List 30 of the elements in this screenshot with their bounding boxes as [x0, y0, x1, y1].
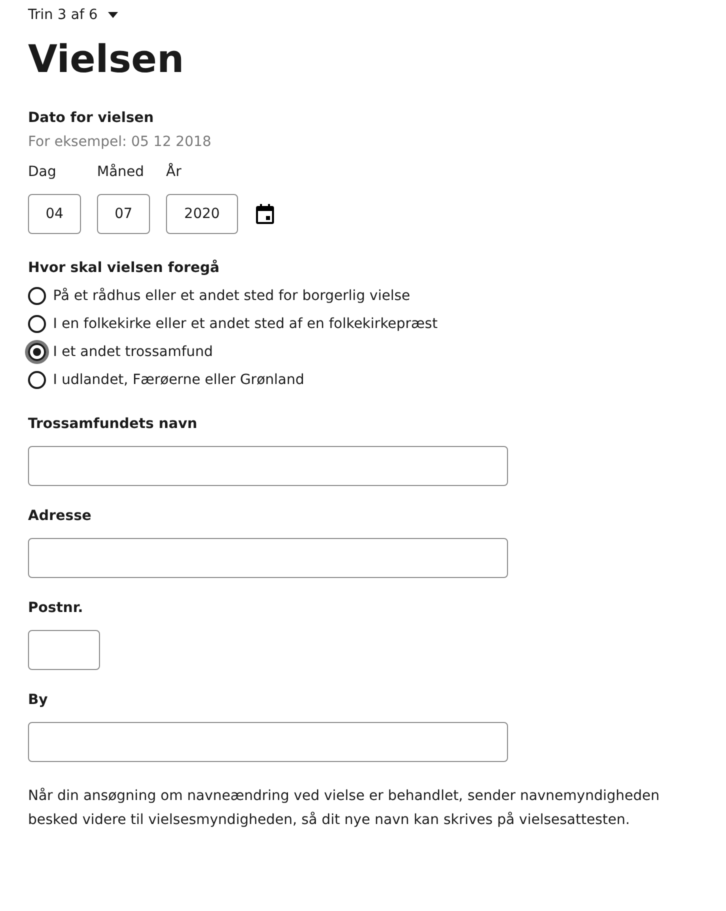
step-label[interactable]: Trin 3 af 6 [28, 7, 98, 23]
date-part-label: År [166, 162, 182, 182]
calendar-icon[interactable] [256, 204, 274, 224]
radio-label[interactable]: På et rådhus eller et andet sted for borgerlig vielse [53, 288, 410, 304]
radio-button[interactable] [28, 343, 46, 361]
field-label: Postnr. [28, 599, 84, 618]
info-paragraph: Når din ansøgning om navneændring ved vielse er behandlet, sender navnemyndigheden besked videre til vielsesmyndigheden, så dit nye navn kan skrives på vielsesattesten. [28, 786, 660, 830]
field-hint: For eksempel: 05 12 2018 [28, 133, 212, 152]
input-field[interactable] [28, 630, 100, 670]
field-label: Adresse [28, 507, 92, 526]
input-field[interactable] [28, 538, 508, 578]
radio-label[interactable]: I udlandet, Færøerne eller Grønland [53, 372, 304, 388]
input-field[interactable]: 04 [28, 194, 81, 234]
date-part-label: Måned [97, 162, 146, 182]
input-field[interactable]: 07 [97, 194, 150, 234]
date-part-label: Dag [28, 163, 58, 182]
radio-button[interactable] [28, 287, 46, 305]
field-label: Dato for vielsen [28, 109, 155, 128]
page-title: Vielsen [28, 36, 186, 82]
field-label: By [28, 691, 49, 710]
input-field[interactable]: 2020 [166, 194, 238, 234]
radio-label[interactable]: I en folkekirke eller et andet sted af en folkekirkepræst [53, 316, 438, 332]
radio-button[interactable] [28, 315, 46, 333]
input-field[interactable] [28, 446, 508, 486]
group-label: Hvor skal vielsen foregå [28, 258, 220, 278]
field-label: Trossamfundets navn [28, 415, 198, 434]
caret-icon[interactable] [108, 12, 118, 18]
input-field[interactable] [28, 722, 508, 762]
radio-label[interactable]: I et andet trossamfund [53, 344, 213, 360]
radio-button[interactable] [28, 371, 46, 389]
